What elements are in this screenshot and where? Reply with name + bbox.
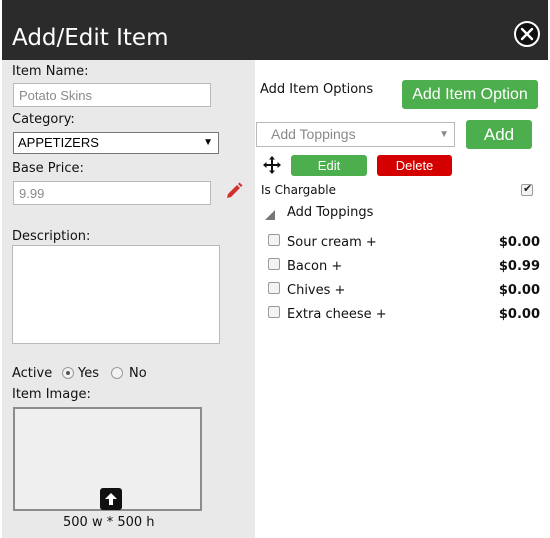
item-options-panel: Add Item Options Add Item Option Add Top…: [255, 60, 548, 538]
toppings-select[interactable]: Add Toppings ▼: [256, 122, 455, 147]
close-icon: [516, 23, 538, 45]
list-item: Chives + $0.00: [255, 281, 548, 301]
collapse-triangle-icon[interactable]: [264, 206, 276, 220]
list-item: Bacon + $0.99: [255, 257, 548, 277]
item-name-label: Item Name:: [12, 64, 89, 79]
topping-name: Bacon +: [287, 259, 343, 274]
close-button[interactable]: [514, 21, 540, 47]
list-item: Sour cream + $0.00: [255, 233, 548, 253]
item-name-placeholder: Potato Skins: [19, 88, 92, 103]
add-edit-item-dialog: Add/Edit Item Item Name: Potato Skins Ca…: [2, 0, 548, 538]
active-yes-label: Yes: [78, 366, 99, 381]
base-price-label: Base Price:: [12, 161, 84, 176]
category-selected-value: APPETIZERS: [18, 135, 99, 150]
description-textarea[interactable]: [12, 245, 220, 344]
item-image-label: Item Image:: [12, 387, 91, 402]
category-select[interactable]: APPETIZERS ▼: [13, 132, 219, 154]
delete-button[interactable]: Delete: [377, 155, 452, 176]
item-options-header: Add Item Options: [260, 82, 374, 97]
active-yes-radio[interactable]: [62, 367, 74, 379]
image-size-hint: 500 w * 500 h: [63, 515, 155, 530]
topping-price: $0.00: [498, 283, 540, 298]
is-chargable-checkbox[interactable]: [521, 182, 533, 196]
topping-name: Extra cheese +: [287, 307, 387, 322]
base-price-input[interactable]: 9.99: [13, 181, 211, 205]
item-name-input[interactable]: Potato Skins: [13, 83, 211, 107]
toppings-select-placeholder: Add Toppings: [271, 126, 356, 142]
edit-button[interactable]: Edit: [291, 155, 367, 176]
dialog-titlebar: Add/Edit Item: [2, 0, 548, 60]
pencil-icon[interactable]: [224, 181, 244, 201]
chevron-down-icon: ▼: [439, 129, 449, 140]
upload-arrow-icon: [105, 493, 117, 505]
base-price-placeholder: 9.99: [19, 186, 45, 201]
active-no-radio[interactable]: [111, 367, 123, 379]
topping-price: $0.00: [498, 235, 540, 250]
topping-checkbox[interactable]: [268, 258, 280, 270]
description-label: Description:: [12, 229, 91, 244]
add-item-option-button[interactable]: Add Item Option: [402, 80, 538, 109]
category-label: Category:: [12, 112, 75, 127]
topping-name: Sour cream +: [287, 235, 377, 250]
active-no-label: No: [129, 366, 147, 381]
item-image-dropzone[interactable]: [13, 407, 202, 511]
topping-name: Chives +: [287, 283, 346, 298]
is-chargable-label: Is Chargable: [261, 183, 336, 197]
upload-button[interactable]: [100, 488, 122, 510]
topping-checkbox[interactable]: [268, 234, 280, 246]
topping-price: $0.99: [498, 259, 540, 274]
topping-checkbox[interactable]: [268, 282, 280, 294]
topping-checkbox[interactable]: [268, 306, 280, 318]
move-icon[interactable]: [262, 155, 282, 175]
list-item: Extra cheese + $0.00: [255, 305, 548, 325]
topping-price: $0.00: [498, 307, 540, 322]
active-label: Active: [12, 366, 53, 381]
dialog-title: Add/Edit Item: [12, 25, 169, 51]
add-button[interactable]: Add: [466, 120, 532, 149]
toppings-group-title: Add Toppings: [287, 205, 374, 220]
chevron-down-icon: ▼: [203, 137, 213, 148]
